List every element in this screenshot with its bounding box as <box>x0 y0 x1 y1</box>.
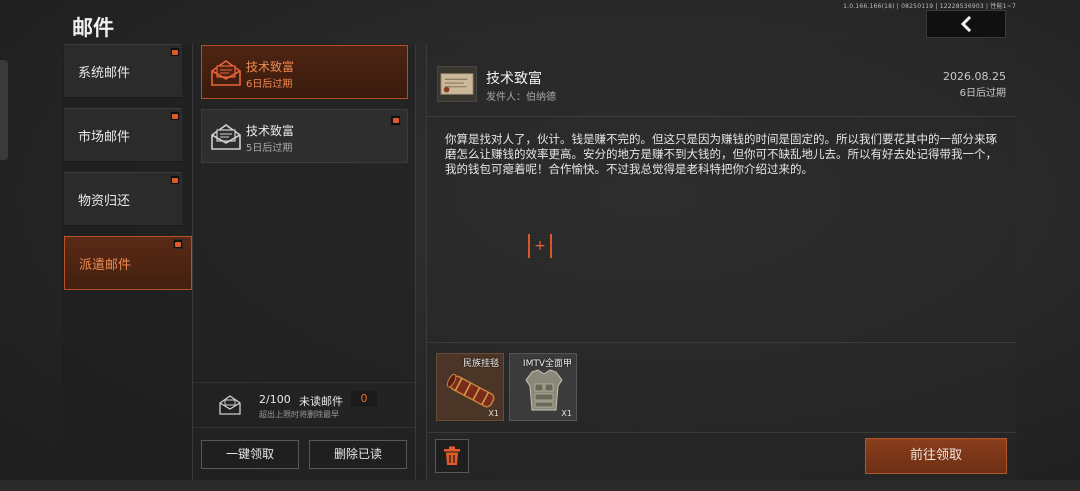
open-envelope-icon <box>211 60 241 86</box>
capacity-note: 超出上限时将删除最早 <box>259 410 339 419</box>
claim-all-button[interactable]: 一键领取 <box>201 440 299 469</box>
sidebar-item-system-mail[interactable]: 系统邮件 <box>64 44 182 98</box>
category-sidebar: 系统邮件 市场邮件 物资归还 派遣邮件 <box>62 44 192 480</box>
chevron-left-icon <box>960 16 972 32</box>
mail-title: 技术致富 <box>246 124 295 138</box>
attachment-item[interactable]: IMTV全面甲 X1 <box>509 353 577 421</box>
detail-actions: 前往领取 <box>427 432 1017 480</box>
new-badge-icon <box>170 111 180 121</box>
version-info: 1.0.166.166(18) | 08250119 | 12228536903… <box>843 3 1016 10</box>
mail-expiry: 5日后过期 <box>246 143 293 154</box>
side-drawer-handle[interactable] <box>0 60 8 160</box>
sidebar-item-dispatch-mail[interactable]: 派遣邮件 <box>64 236 192 290</box>
page-title: 邮件 <box>72 16 114 40</box>
mail-list: 技术致富 6日后过期 技术致富 5日后过期 2/100 未读邮件 0 超出上限时… <box>192 44 416 480</box>
trash-icon <box>444 446 460 465</box>
attachment-qty: X1 <box>488 409 499 418</box>
sidebar-item-supply-return[interactable]: 物资归还 <box>64 172 182 226</box>
mail-subject: 技术致富 <box>486 71 542 87</box>
plus-icon: + <box>534 238 546 254</box>
attachment-item[interactable]: 民族挂毯 X1 <box>436 353 504 421</box>
sidebar-item-label: 物资归还 <box>78 193 131 209</box>
mail-count: 2/100 <box>259 393 291 406</box>
mail-expiry: 6日后过期 <box>959 88 1006 99</box>
new-badge-icon <box>170 175 180 185</box>
list-item[interactable]: 技术致富 6日后过期 <box>201 45 408 99</box>
mail-body: 你算是找对人了，伙计。钱是赚不完的。但这只是因为赚钱的时间是固定的。所以我们要花… <box>445 132 997 176</box>
new-badge-icon <box>170 47 180 57</box>
mail-capacity: 2/100 未读邮件 0 超出上限时将删除最早 <box>193 382 415 428</box>
back-button[interactable] <box>926 10 1006 38</box>
sidebar-item-label: 派遣邮件 <box>79 257 132 273</box>
divider <box>427 116 1017 117</box>
list-item[interactable]: 技术致富 5日后过期 <box>201 109 408 163</box>
mailbox-icon <box>219 395 241 415</box>
attachment-list: 民族挂毯 X1 IMTV全面甲 X1 <box>427 342 1017 432</box>
unread-count: 0 <box>351 391 377 407</box>
mail-title: 技术致富 <box>246 60 295 74</box>
attachment-name: IMTV全面甲 <box>522 359 572 369</box>
attachment-qty: X1 <box>561 409 572 418</box>
delete-read-button[interactable]: 删除已读 <box>309 440 407 469</box>
new-badge-icon <box>173 239 183 249</box>
delete-mail-button[interactable] <box>435 439 469 473</box>
go-claim-button[interactable]: 前往领取 <box>865 438 1007 474</box>
add-attachment-button[interactable]: + <box>528 234 552 258</box>
mail-date: 2026.08.25 <box>943 70 1006 83</box>
mail-expiry: 6日后过期 <box>246 79 293 90</box>
sidebar-item-market-mail[interactable]: 市场邮件 <box>64 108 182 162</box>
letter-icon <box>437 66 477 102</box>
unread-label: 未读邮件 <box>299 395 343 408</box>
envelope-icon <box>211 124 241 150</box>
sidebar-item-label: 市场邮件 <box>78 129 131 145</box>
mail-screen: 1.0.166.166(18) | 08250119 | 12228536903… <box>0 0 1080 491</box>
mail-sender: 发件人：伯纳德 <box>486 92 556 103</box>
attachment-name: 民族挂毯 <box>462 359 499 369</box>
sidebar-item-label: 系统邮件 <box>78 65 131 81</box>
new-badge-icon <box>390 115 401 126</box>
mail-detail: 技术致富 发件人：伯纳德 2026.08.25 6日后过期 你算是找对人了，伙计… <box>426 44 1017 480</box>
footer-bar <box>0 480 1080 491</box>
